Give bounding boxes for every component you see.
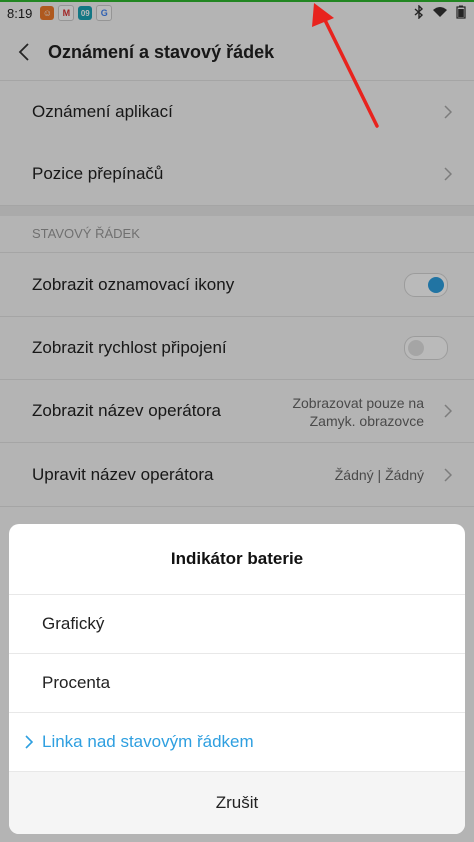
annotation-arrow: [312, 3, 379, 128]
